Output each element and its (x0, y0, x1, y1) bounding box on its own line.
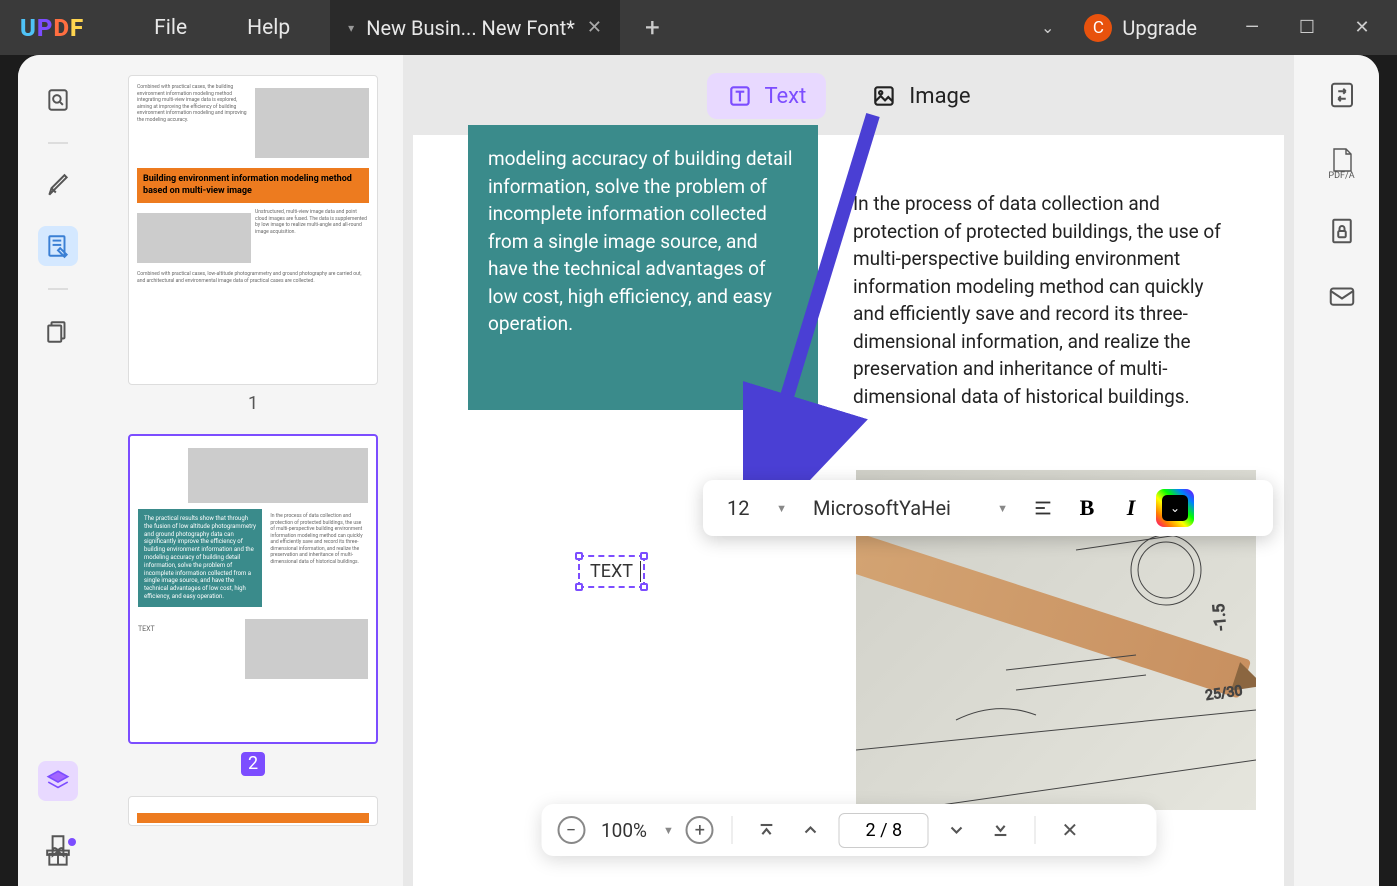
thumb-1-title: Building environment information modelin… (137, 168, 369, 203)
upgrade-label: Upgrade (1122, 16, 1197, 40)
resize-handle-tr[interactable] (640, 552, 648, 560)
chevron-down-icon: ▼ (997, 502, 1008, 515)
close-nav-button[interactable]: ✕ (1054, 814, 1086, 846)
layers-tool[interactable] (38, 761, 78, 801)
text-mode-label: Text (764, 84, 806, 109)
layers-icon (45, 768, 71, 794)
svg-text:25/30: 25/30 (1204, 683, 1243, 704)
bookmark-icon (45, 833, 71, 859)
document-canvas[interactable]: Text Image modeling accuracy of building… (403, 55, 1294, 886)
add-tab-button[interactable]: + (645, 13, 660, 43)
app-menu: File Help (154, 16, 290, 40)
zoom-value: 100% (601, 819, 647, 842)
minimize-button[interactable]: — (1242, 17, 1262, 38)
left-toolbar (18, 55, 98, 886)
chevron-down-icon: ⌄ (1162, 495, 1188, 521)
zoom-in-button[interactable]: + (686, 816, 714, 844)
first-page-button[interactable] (751, 814, 783, 846)
color-picker-button[interactable]: ⌄ (1156, 489, 1194, 527)
inserted-text-box[interactable]: TEXT (578, 555, 645, 588)
convert-icon[interactable] (1327, 80, 1357, 110)
font-family-value: MicrosoftYaHei (813, 496, 951, 520)
search-icon (45, 87, 71, 113)
app-logo: UPDF (20, 14, 84, 42)
thumbnail-panel: Combined with practical cases, the build… (113, 55, 393, 886)
chevron-down-icon (947, 820, 967, 840)
lock-page-icon[interactable] (1327, 216, 1357, 246)
resize-handle-bl[interactable] (575, 583, 583, 591)
thumbnail-page-2[interactable]: The practical results show that through … (128, 434, 378, 744)
zoom-out-button[interactable]: − (557, 816, 585, 844)
first-page-icon (757, 820, 777, 840)
align-button[interactable] (1024, 489, 1062, 527)
text-mode-button[interactable]: Text (706, 73, 826, 119)
last-page-icon (991, 820, 1011, 840)
thumbnail-page-1[interactable]: Combined with practical cases, the build… (128, 75, 378, 385)
edit-tool[interactable] (38, 226, 78, 266)
thumbnail-page-3[interactable] (128, 796, 378, 826)
page-organize-tool[interactable] (38, 312, 78, 352)
inserted-text-value: TEXT (590, 561, 633, 582)
mail-icon[interactable] (1327, 281, 1357, 311)
tab-caret-icon: ▾ (348, 21, 354, 35)
align-left-icon (1032, 497, 1054, 519)
bold-button[interactable]: B (1068, 489, 1106, 527)
pdfa-button[interactable]: PDF/A (1327, 145, 1357, 181)
document-tab[interactable]: ▾ New Busin... New Font* ✕ (330, 0, 620, 55)
maximize-button[interactable]: ☐ (1297, 17, 1317, 38)
image-mode-button[interactable]: Image (851, 73, 990, 119)
close-button[interactable]: ✕ (1352, 17, 1372, 38)
right-toolbar: PDF/A (1304, 55, 1379, 886)
window-controls: — ☐ ✕ (1242, 17, 1372, 38)
tabs-dropdown-icon[interactable]: ⌄ (1041, 18, 1054, 37)
resize-handle-br[interactable] (640, 583, 648, 591)
tab-close-icon[interactable]: ✕ (587, 17, 602, 38)
edit-page-icon (45, 233, 71, 259)
edit-mode-bar: Text Image (706, 73, 990, 119)
search-tool[interactable] (38, 80, 78, 120)
titlebar: UPDF File Help ▾ New Busin... New Font* … (0, 0, 1397, 55)
zoom-dropdown-icon[interactable]: ▼ (663, 824, 674, 837)
image-mode-label: Image (909, 84, 970, 109)
font-size-select[interactable]: 12 ▼ (717, 490, 797, 526)
teal-text-block[interactable]: modeling accuracy of building detail inf… (468, 125, 818, 410)
titlebar-right: ⌄ C Upgrade — ☐ ✕ (1041, 14, 1397, 42)
font-size-value: 12 (727, 496, 749, 520)
next-page-button[interactable] (941, 814, 973, 846)
body-text-block[interactable]: In the process of data collection and pr… (853, 190, 1223, 410)
highlighter-icon (45, 173, 71, 199)
thumb-num-1: 1 (128, 393, 378, 414)
text-mode-icon (726, 83, 752, 109)
user-avatar: C (1084, 14, 1112, 42)
chevron-up-icon (801, 820, 821, 840)
thumb-num-2: 2 (241, 752, 265, 776)
font-family-select[interactable]: MicrosoftYaHei ▼ (803, 490, 1018, 526)
resize-handle-tl[interactable] (575, 552, 583, 560)
svg-text:-1.5: -1.5 (1209, 603, 1230, 631)
menu-file[interactable]: File (154, 16, 187, 40)
pages-icon (45, 319, 71, 345)
annotate-tool[interactable] (38, 166, 78, 206)
tab-title: New Busin... New Font* (366, 16, 575, 40)
menu-help[interactable]: Help (247, 16, 290, 40)
font-toolbar: 12 ▼ MicrosoftYaHei ▼ B I ⌄ (703, 480, 1273, 536)
last-page-button[interactable] (985, 814, 1017, 846)
page-number-input[interactable] (839, 813, 929, 848)
workspace: Combined with practical cases, the build… (18, 55, 1379, 886)
chevron-down-icon: ▼ (776, 502, 787, 515)
italic-button[interactable]: I (1112, 489, 1150, 527)
prev-page-button[interactable] (795, 814, 827, 846)
upgrade-button[interactable]: C Upgrade (1084, 14, 1197, 42)
image-mode-icon (871, 83, 897, 109)
bookmark-tool[interactable] (38, 826, 78, 866)
bottom-nav-bar: − 100% ▼ + ✕ (541, 804, 1156, 856)
